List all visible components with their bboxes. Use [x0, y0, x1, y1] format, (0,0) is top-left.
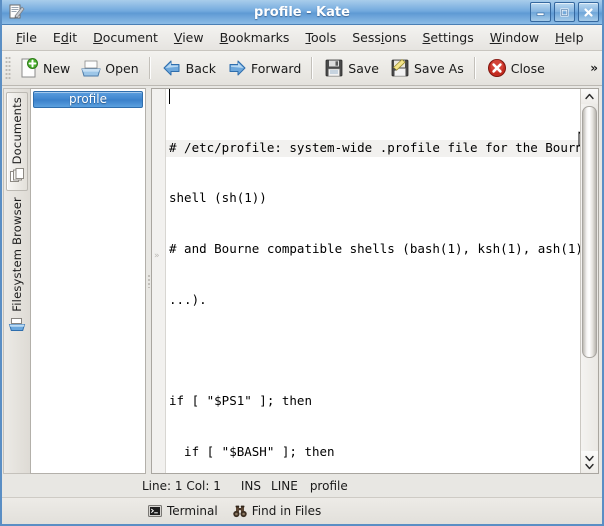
- code-folding-margin[interactable]: »: [152, 89, 166, 473]
- menu-file[interactable]: File: [8, 27, 45, 48]
- menu-view[interactable]: View: [166, 27, 212, 48]
- status-bar: Line: 1 Col: 1 INS LINE profile: [2, 474, 602, 497]
- menu-tools[interactable]: Tools: [297, 27, 344, 48]
- scroll-down-icon-b: [585, 463, 594, 470]
- sidebar-tab-filesystem-browser-label: Filesystem Browser: [10, 197, 24, 312]
- window-controls: [530, 2, 599, 22]
- code-text-area[interactable]: # /etc/profile: system-wide .profile fil…: [166, 89, 580, 473]
- sidebar-tab-documents-label: Documents: [10, 97, 24, 164]
- toolbar-grip[interactable]: [5, 56, 11, 80]
- main-toolbar: New Open Back: [2, 51, 602, 86]
- toolbar-save-as-button[interactable]: Save As: [384, 54, 469, 82]
- arrow-right-icon: [226, 57, 248, 79]
- toolbar-separator-1: [149, 57, 151, 79]
- code-line[interactable]: [169, 343, 580, 360]
- bottom-tool-bar: Terminal Find in Files: [2, 497, 602, 524]
- arrow-left-icon: [161, 57, 183, 79]
- sidebar-tab-documents[interactable]: Documents: [6, 92, 28, 191]
- toolbar-close-button[interactable]: Close: [481, 54, 550, 82]
- code-line[interactable]: if [ "$PS1" ]; then: [169, 393, 580, 410]
- toolbar-save-label: Save: [348, 61, 379, 76]
- toolbar-new-label: New: [43, 61, 70, 76]
- terminal-icon: [147, 503, 163, 519]
- menu-edit[interactable]: Edit: [45, 27, 85, 48]
- sidebar-tab-strip: Documents Filesystem Browser: [3, 88, 30, 474]
- fold-marker-icon[interactable]: »: [154, 252, 160, 261]
- maximize-button[interactable]: [554, 2, 575, 22]
- bottom-terminal-button[interactable]: Terminal: [142, 501, 223, 521]
- scrollbar-thumb[interactable]: [582, 106, 597, 358]
- floppy-disk-icon: [323, 57, 345, 79]
- scroll-up-icon[interactable]: [581, 89, 598, 104]
- menu-bookmarks[interactable]: Bookmarks: [212, 27, 298, 48]
- floppy-disk-pencil-icon: [389, 57, 411, 79]
- toolbar-back-label: Back: [186, 61, 216, 76]
- close-circle-icon: [486, 57, 508, 79]
- code-line[interactable]: shell (sh(1)): [169, 190, 580, 207]
- main-area: Documents Filesystem Browser profile: [2, 86, 602, 474]
- menu-sessions[interactable]: Sessions: [344, 27, 414, 48]
- toolbar-overflow-button[interactable]: »: [590, 61, 596, 75]
- toolbar-save-button[interactable]: Save: [318, 54, 384, 82]
- code-line[interactable]: if [ "$BASH" ]; then: [169, 444, 580, 461]
- kate-document-pencil-icon: [7, 3, 25, 21]
- toolbar-forward-label: Forward: [251, 61, 301, 76]
- toolbar-separator-3: [474, 57, 476, 79]
- window-title: profile - Kate: [2, 5, 602, 20]
- close-button[interactable]: [578, 2, 599, 22]
- bottom-terminal-label: Terminal: [167, 504, 218, 518]
- bottom-find-in-files-button[interactable]: Find in Files: [227, 501, 327, 521]
- documents-stack-icon: [8, 167, 26, 185]
- toolbar-forward-button[interactable]: Forward: [221, 54, 306, 82]
- folder-open-icon: [8, 315, 26, 333]
- toolbar-open-label: Open: [105, 61, 138, 76]
- title-bar: profile - Kate: [2, 0, 602, 25]
- menu-help[interactable]: Help: [547, 27, 592, 48]
- scroll-down-icon-a: [585, 455, 594, 462]
- menu-window[interactable]: Window: [482, 27, 547, 48]
- new-document-icon: [18, 57, 40, 79]
- status-insert-mode[interactable]: INS: [241, 479, 261, 493]
- toolbar-back-button[interactable]: Back: [156, 54, 221, 82]
- scroll-down-icons[interactable]: [581, 451, 598, 473]
- mouse-pointer-icon: [488, 114, 500, 133]
- toolbar-open-button[interactable]: Open: [75, 54, 143, 82]
- menu-settings[interactable]: Settings: [414, 27, 481, 48]
- scrollbar-track[interactable]: [581, 104, 598, 451]
- menu-document[interactable]: Document: [85, 27, 166, 48]
- kate-main-window: profile - Kate File Edit Document View B…: [0, 0, 604, 526]
- status-document-name: profile: [310, 479, 348, 493]
- binoculars-icon: [232, 503, 248, 519]
- code-line[interactable]: # and Bourne compatible shells (bash(1),…: [169, 241, 580, 258]
- toolbar-separator-2: [311, 57, 313, 79]
- toolbar-save-as-label: Save As: [414, 61, 464, 76]
- bottom-find-in-files-label: Find in Files: [252, 504, 322, 518]
- sidebar-tab-filesystem-browser[interactable]: Filesystem Browser: [7, 193, 27, 338]
- editor-view: » # /etc/profile: system-wide .profile f…: [152, 89, 598, 473]
- minimize-button[interactable]: [530, 2, 551, 22]
- text-caret: [169, 89, 170, 104]
- toolbar-new-button[interactable]: New: [13, 54, 75, 82]
- status-cursor-position: Line: 1 Col: 1: [142, 479, 221, 493]
- menu-bar: File Edit Document View Bookmarks Tools …: [2, 25, 602, 51]
- toolbar-close-label: Close: [511, 61, 545, 76]
- document-list-item-profile[interactable]: profile: [33, 91, 143, 108]
- code-line[interactable]: ...).: [169, 292, 580, 309]
- editor-vertical-scrollbar[interactable]: [580, 89, 598, 473]
- documents-list-panel[interactable]: profile: [30, 88, 146, 474]
- editor-panel: » # /etc/profile: system-wide .profile f…: [151, 88, 599, 474]
- open-folder-icon: [80, 57, 102, 79]
- code-line[interactable]: # /etc/profile: system-wide .profile fil…: [166, 140, 580, 157]
- status-selection-mode[interactable]: LINE: [271, 479, 298, 493]
